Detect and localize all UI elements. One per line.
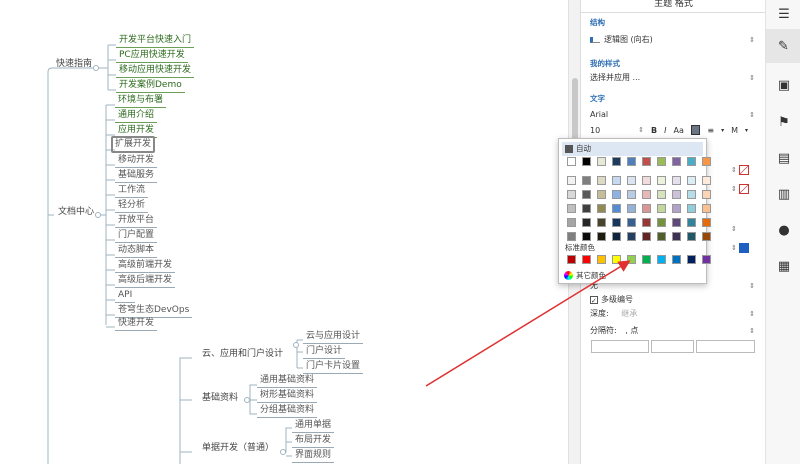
task-icon[interactable]: ▦ [775, 257, 793, 275]
image-icon[interactable]: ▣ [775, 76, 793, 94]
annotation-arrow [425, 260, 631, 387]
note-icon[interactable]: ▥ [775, 185, 793, 203]
right-sidebar: ☰ ✎ ▣ ⚑ ▤ ▥ ● ▦ [765, 0, 800, 464]
comment-icon[interactable]: ● [775, 221, 793, 239]
paint-brush-icon[interactable]: ✎ [766, 29, 800, 63]
label-icon[interactable]: ▤ [775, 149, 793, 167]
flag-icon[interactable]: ⚑ [775, 113, 793, 131]
outline-icon[interactable]: ☰ [775, 5, 793, 23]
